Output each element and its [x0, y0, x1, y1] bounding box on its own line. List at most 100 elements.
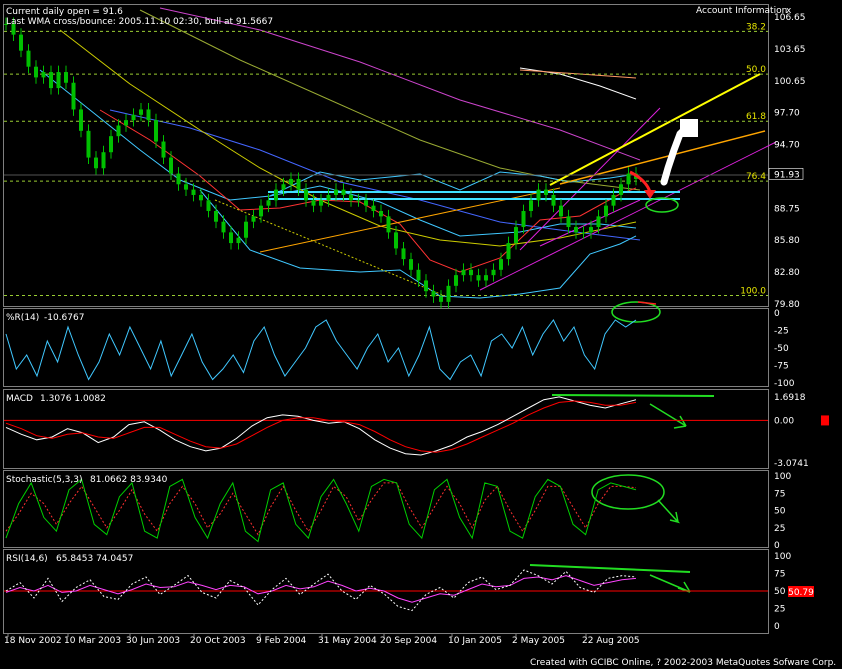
- price-tick-label: 88.75: [774, 204, 800, 214]
- percentR-tick-label: 0: [774, 309, 780, 319]
- macd-tick-label: 0.00: [774, 416, 794, 426]
- price-bar-body: [581, 232, 586, 234]
- white-projection-box: [680, 119, 698, 137]
- price-bar-body: [109, 136, 113, 153]
- price-bar-body: [311, 200, 316, 206]
- rsi-label: RSI(14,6): [6, 554, 48, 564]
- close-icon[interactable]: x: [786, 6, 792, 16]
- price-bar-body: [551, 194, 556, 206]
- ma-white-line: [519, 67, 637, 100]
- date-tick-label: 2 May 2005: [512, 636, 565, 646]
- price-bar-body: [499, 259, 503, 270]
- price-bar-body: [71, 82, 76, 110]
- price-bar-body: [446, 285, 451, 302]
- macd-value: 1.3076 1.0082: [40, 394, 106, 404]
- price-bar-body: [491, 269, 496, 276]
- macd-panel-frame: [3, 389, 769, 469]
- macd-main-line: [5, 396, 637, 456]
- price-panel-frame: [3, 4, 769, 307]
- price-bar-body: [529, 200, 533, 212]
- green-arrow-rsi: [649, 574, 691, 593]
- price-bar-body: [281, 184, 286, 190]
- price-bar-body: [184, 184, 188, 190]
- macd-zero-marker: [821, 415, 829, 426]
- percentR-tick-label: -75: [774, 362, 789, 372]
- date-tick-label: 22 Aug 2005: [582, 636, 640, 646]
- rsi-tick-label: 100: [774, 552, 791, 562]
- envelope-magenta: [159, 7, 641, 161]
- rsi-panel: 50.79: [4, 569, 814, 612]
- trendline-magenta-channel-mid: [539, 199, 641, 247]
- stoch-signal-line: [5, 482, 637, 536]
- percentR-line: [5, 319, 637, 381]
- envelope-cyan-1: [39, 69, 637, 237]
- price-bar-body: [476, 275, 481, 281]
- fib-label-38.2: 38.2: [746, 22, 766, 32]
- date-tick-label: 18 Nov 2002: [4, 636, 62, 646]
- price-bar-body: [349, 194, 353, 201]
- date-tick-label: 10 Jan 2005: [448, 636, 502, 646]
- price-tick-label: 100.65: [774, 77, 806, 87]
- price-bar-body: [611, 194, 616, 206]
- price-bar-body: [34, 66, 38, 78]
- price-bar-body: [139, 109, 143, 115]
- price-bar-body: [176, 173, 181, 185]
- price-bar-body: [574, 227, 578, 233]
- stoch-tick-label: 25: [774, 524, 785, 534]
- date-tick-label: 31 May 2004: [318, 636, 377, 646]
- price-bar-body: [326, 194, 331, 201]
- percentR-tick-label: -100: [774, 379, 795, 389]
- price-bar-body: [514, 227, 518, 244]
- percentR-tick-label: -50: [774, 344, 789, 354]
- green-line-rsi: [529, 564, 691, 573]
- price-tick-label: 85.80: [774, 236, 800, 246]
- price-bar-body: [319, 200, 323, 206]
- account-info-button[interactable]: Account Information: [696, 6, 787, 16]
- credit-text: Created with GCIBC Online, ? 2002-2003 M…: [530, 658, 836, 668]
- stoch-label: Stochastic(5,3,3): [6, 475, 83, 485]
- price-bar-body: [454, 275, 458, 286]
- stoch-tick-label: 50: [774, 507, 786, 517]
- price-bar-body: [379, 211, 383, 217]
- stoch-tick-label: 75: [774, 489, 785, 499]
- price-bar-body: [439, 296, 443, 302]
- price-bar-body: [461, 269, 466, 276]
- stoch-panel: [5, 478, 637, 543]
- price-bar-body: [131, 114, 136, 121]
- green-line-macd: [551, 394, 715, 397]
- stoch-tick-label: 100: [774, 472, 791, 482]
- percentR-panel-frame: [3, 308, 769, 387]
- fib-label-61.8: 61.8: [746, 112, 766, 122]
- daily-open-text: Current daily open = 91.6: [6, 7, 123, 17]
- price-bar-body: [41, 72, 46, 78]
- fib-label-76.4: 76.4: [746, 172, 766, 182]
- macd-panel: [4, 396, 829, 456]
- price-bar-body: [94, 157, 98, 169]
- price-bar-body: [356, 200, 361, 202]
- rsi-value: 65.8453 74.0457: [56, 554, 133, 564]
- price-bar-body: [56, 72, 61, 89]
- date-tick-label: 30 Jun 2003: [126, 636, 180, 646]
- price-bar-body: [431, 291, 436, 297]
- price-bar-body: [544, 189, 548, 195]
- fib-label-100.0: 100.0: [740, 286, 766, 296]
- price-bar-body: [266, 200, 271, 206]
- axis-labels: 106.65103.65100.6597.7094.7091.9388.7585…: [4, 13, 809, 646]
- date-tick-label: 20 Sep 2004: [380, 636, 437, 646]
- price-bar-body: [229, 232, 233, 244]
- price-bar-body: [161, 141, 166, 158]
- price-bar-body: [206, 200, 211, 212]
- price-bar-body: [79, 109, 83, 131]
- chart-canvas: 38.250.061.876.4100.0 50.79 106.65103.65…: [3, 4, 836, 668]
- trendline-yellow-falling: [214, 199, 446, 297]
- price-bar-body: [386, 216, 391, 233]
- price-bar-body: [49, 72, 53, 89]
- price-bar-body: [589, 227, 593, 233]
- macd-tick-label: -3.0741: [774, 459, 809, 469]
- price-tick-label: 91.93: [774, 170, 800, 180]
- price-bar-body: [169, 157, 173, 174]
- red-mark-percentR: [637, 301, 657, 305]
- price-tick-label: 82.80: [774, 268, 800, 278]
- price-bar-body: [341, 189, 346, 195]
- price-bar-body: [506, 243, 511, 260]
